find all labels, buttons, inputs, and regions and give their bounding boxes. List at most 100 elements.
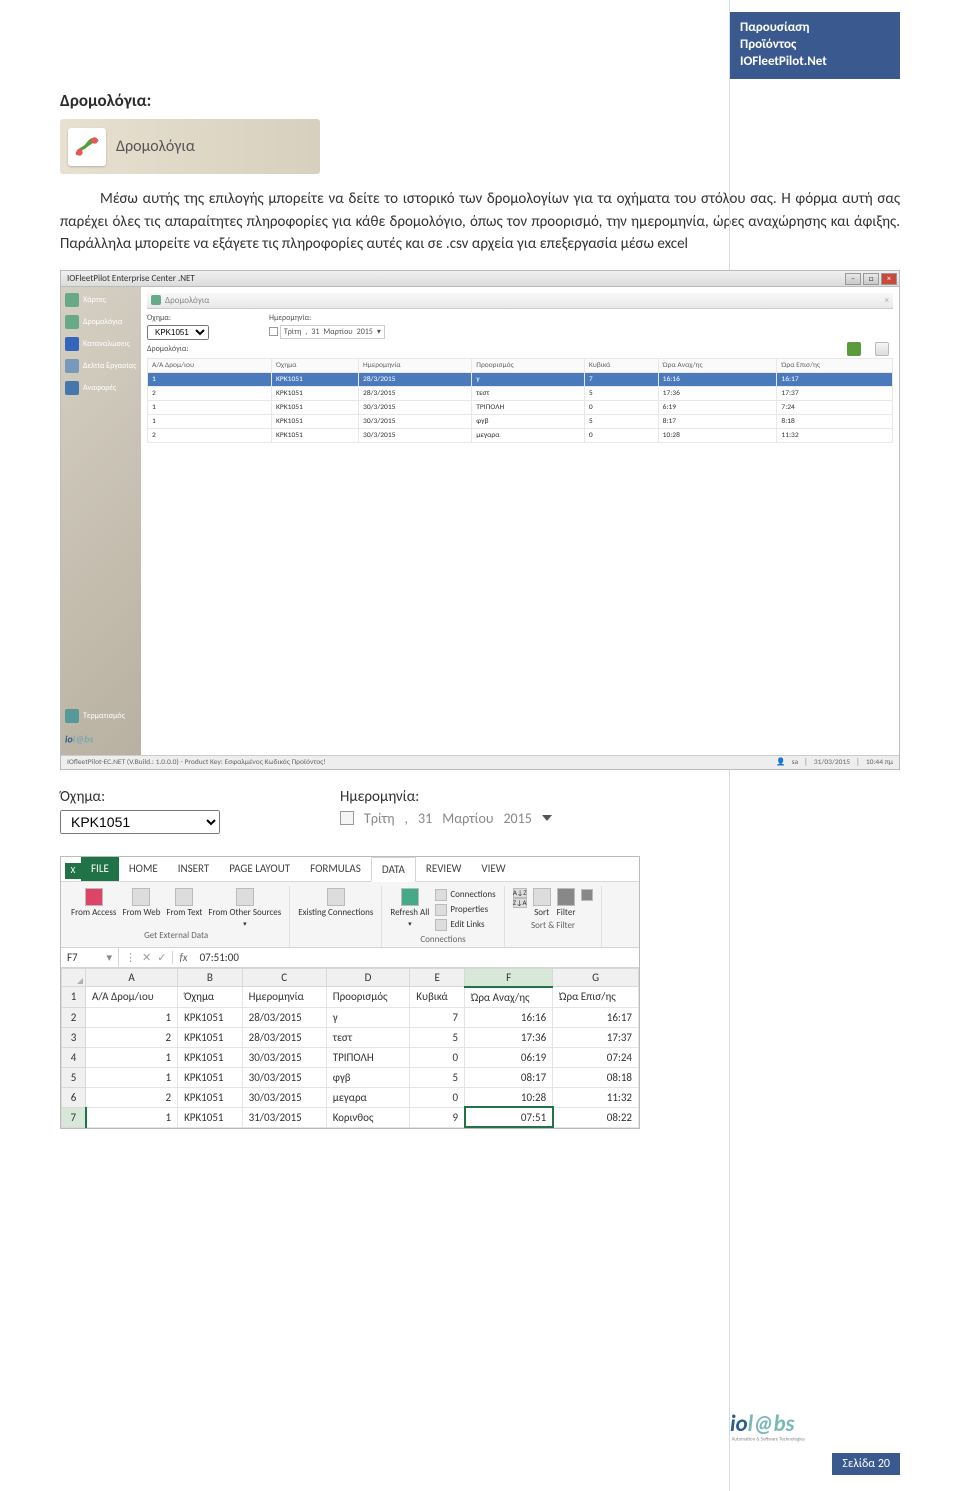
tab-review[interactable]: REVIEW [416,857,472,881]
sidebar-item-routes[interactable]: Δρομολόγια [65,315,137,329]
from-other-button[interactable]: From Other Sources▾ [206,888,283,928]
sidebar-item-reports[interactable]: Αναφορές [65,381,137,395]
tab-insert[interactable]: INSERT [168,857,220,881]
name-box[interactable]: F7 ▾ [61,948,119,967]
tab-page-layout[interactable]: PAGE LAYOUT [219,857,300,881]
tab-view[interactable]: VIEW [471,857,515,881]
row-header[interactable]: 7 [62,1107,86,1127]
sidebar-item-worksheets[interactable]: Δελτία Εργασίας [65,359,137,373]
cell[interactable]: 7 [410,1007,465,1027]
table-row[interactable]: 1KPK105128/3/2015γ716:1616:17 [148,372,893,386]
cancel-formula-icon[interactable]: ✕ [142,951,151,964]
cell[interactable]: KPK1051 [178,1007,243,1027]
closeup-vehicle-select[interactable]: KPK1051 [60,810,220,834]
closeup-date-checkbox[interactable] [340,811,354,825]
cell[interactable]: 5 [410,1027,465,1047]
table-row[interactable]: 2KPK105130/3/2015μεγαρα010:2811:32 [148,428,893,442]
cell[interactable]: 30/03/2015 [242,1087,326,1107]
tab-home[interactable]: HOME [119,857,168,881]
row-header[interactable]: 6 [62,1087,86,1107]
filter-button[interactable]: Filter [555,888,578,918]
table-header[interactable]: Κυβικά [584,358,658,372]
cell[interactable]: 0 [410,1087,465,1107]
date-input[interactable]: Τρίτη, 31 Μαρτίου 2015 ▾ [280,325,385,339]
cell[interactable]: φγβ [326,1067,410,1087]
col-header[interactable]: A [86,968,178,987]
formula-bar[interactable]: 07:51:00 [194,948,639,967]
cell[interactable]: 16:17 [553,1007,639,1027]
col-header[interactable]: F [465,968,553,987]
maximize-button[interactable]: □ [863,273,879,285]
col-header[interactable]: C [242,968,326,987]
cell[interactable]: 10:28 [465,1087,553,1107]
cell[interactable]: 31/03/2015 [242,1107,326,1127]
row-header[interactable]: 1 [62,987,86,1008]
refresh-button[interactable] [875,342,889,356]
fx-icon[interactable]: fx [173,951,193,964]
cell[interactable]: KPK1051 [178,1087,243,1107]
cell[interactable]: 11:32 [553,1087,639,1107]
cell[interactable]: 28/03/2015 [242,1007,326,1027]
cell[interactable]: 1 [86,1107,178,1127]
col-header[interactable]: D [326,968,410,987]
cell[interactable]: 30/03/2015 [242,1067,326,1087]
table-row[interactable]: 2KPK105128/3/2015τεστ517:3617:37 [148,386,893,400]
cell[interactable]: 16:16 [465,1007,553,1027]
row-header[interactable]: 2 [62,1007,86,1027]
cell[interactable]: Κορινθος [326,1107,410,1127]
cell[interactable]: 2 [86,1087,178,1107]
sort-az-button[interactable]: A↓ZZ↓A [511,888,529,908]
export-excel-button[interactable] [847,342,861,356]
col-header[interactable]: E [410,968,465,987]
cell[interactable]: 1 [86,1007,178,1027]
cell[interactable]: τεστ [326,1027,410,1047]
connections-button[interactable]: Connections [433,888,497,902]
cell[interactable]: 07:24 [553,1047,639,1067]
cell[interactable]: KPK1051 [178,1107,243,1127]
sidebar-item-terminate[interactable]: Τερματισμός [65,709,137,723]
vehicle-select[interactable]: KPK1051 [147,325,209,340]
table-header[interactable]: Προορισμός [472,358,585,372]
cell[interactable]: 06:19 [465,1047,553,1067]
minimize-button[interactable]: – [845,273,861,285]
table-row[interactable]: 1KPK105130/3/2015φγβ58:178:18 [148,414,893,428]
reapply-button[interactable] [579,888,595,902]
from-web-button[interactable]: From Web [120,888,162,918]
date-checkbox[interactable] [269,327,278,336]
table-header[interactable]: Ημερομηνία [359,358,472,372]
table-header[interactable]: Ώρα Επισ/ης [777,358,893,372]
cell[interactable]: 28/03/2015 [242,1027,326,1047]
cell[interactable]: μεγαρα [326,1087,410,1107]
refresh-all-button[interactable]: Refresh All▾ [388,888,431,928]
cell[interactable]: 30/03/2015 [242,1047,326,1067]
cell[interactable]: ΤΡΙΠΟΛΗ [326,1047,410,1067]
existing-connections-button[interactable]: Existing Connections [296,888,375,918]
row-header[interactable]: 3 [62,1027,86,1047]
cell[interactable]: 17:36 [465,1027,553,1047]
accept-formula-icon[interactable]: ✓ [157,951,166,964]
cell[interactable]: 5 [410,1067,465,1087]
cell[interactable]: 9 [410,1107,465,1127]
cell[interactable]: KPK1051 [178,1027,243,1047]
table-header[interactable]: Α/Α Δρομ/ιου [148,358,272,372]
cell[interactable]: 08:22 [553,1107,639,1127]
properties-button[interactable]: Properties [433,903,497,917]
cell[interactable]: 1 [86,1047,178,1067]
cell[interactable]: KPK1051 [178,1067,243,1087]
tab-file[interactable]: FILE [81,857,119,881]
cell[interactable]: 08:17 [465,1067,553,1087]
sidebar-item-consumption[interactable]: Καταναλώσεις [65,337,137,351]
cell[interactable]: 0 [410,1047,465,1067]
sort-button[interactable]: Sort [531,888,553,918]
cell[interactable]: γ [326,1007,410,1027]
from-text-button[interactable]: From Text [164,888,204,918]
from-access-button[interactable]: From Access [69,888,118,918]
close-button[interactable]: × [881,273,897,285]
edit-links-button[interactable]: Edit Links [433,918,497,932]
col-header[interactable]: B [178,968,243,987]
tab-close-icon[interactable]: × [885,295,889,306]
excel-grid[interactable]: ABCDEFG 1Α/Α Δρομ/ιουΌχημαΗμερομηνίαΠροο… [61,968,639,1128]
cell[interactable]: 08:18 [553,1067,639,1087]
table-header[interactable]: Όχημα [271,358,358,372]
chevron-down-icon[interactable] [542,815,552,821]
